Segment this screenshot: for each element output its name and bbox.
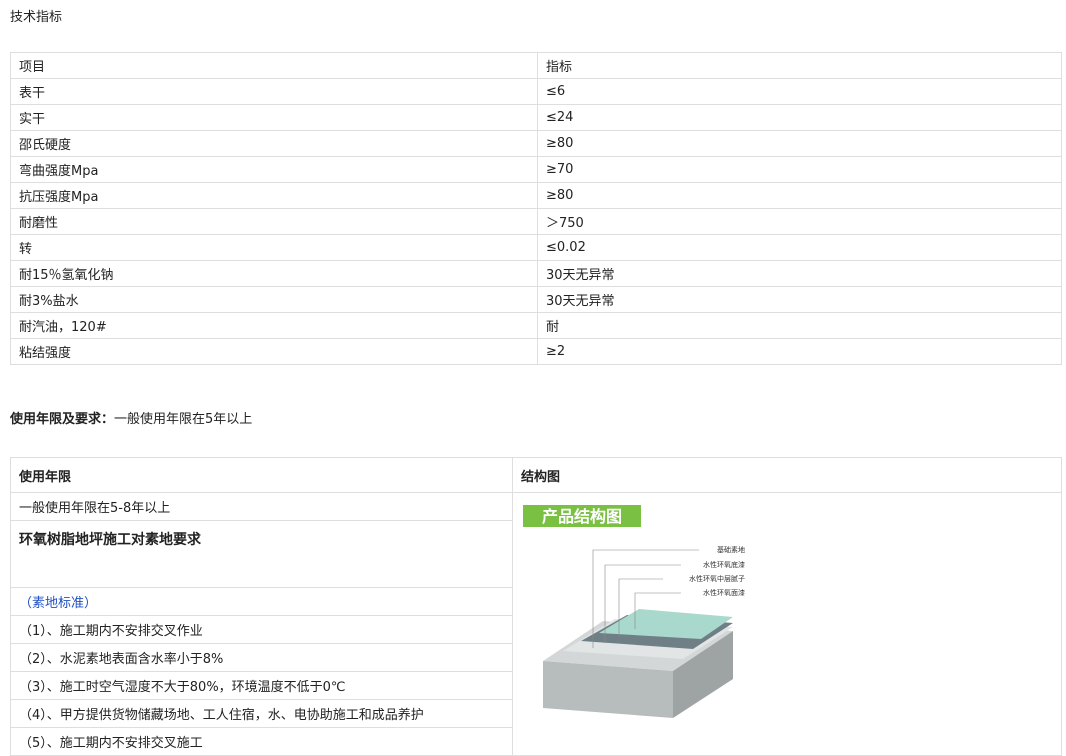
- usage-label: 使用年限及要求：: [10, 412, 115, 427]
- list-item: （2）、水泥素地表面含水率小于8%: [10, 643, 513, 672]
- value-cell: 30天无异常: [537, 286, 1062, 313]
- list-item: （5）、施工期内不安排交叉施工: [10, 727, 513, 756]
- item-cell: 耐3%盐水: [10, 286, 538, 313]
- item-cell: 弯曲强度Mpa: [10, 156, 538, 183]
- column-header-value: 指标: [537, 52, 1062, 79]
- item-cell: 邵氏硬度: [10, 130, 538, 157]
- diagram-banner: 产品结构图: [542, 507, 622, 526]
- value-cell: ≤0.02: [537, 234, 1062, 261]
- item-cell: 抗压强度Mpa: [10, 182, 538, 209]
- value-cell: ≤6: [537, 78, 1062, 105]
- item-cell: 粘结强度: [10, 338, 538, 365]
- item-cell: 转: [10, 234, 538, 261]
- value-cell: 耐: [537, 312, 1062, 339]
- value-cell: ＞750: [537, 208, 1062, 235]
- table-row: 耐磨性 ＞750: [10, 208, 1062, 235]
- table-row: 抗压强度Mpa ≥80: [10, 182, 1062, 209]
- table-row: 邵氏硬度 ≥80: [10, 130, 1062, 157]
- requirements-table: 使用年限 结构图 一般使用年限在5-8年以上 产品结构图 基础素地 水性环氧底漆…: [10, 457, 1062, 756]
- value-cell: 30天无异常: [537, 260, 1062, 287]
- item-cell: 表干: [10, 78, 538, 105]
- diagram-label: 基础素地: [717, 545, 745, 554]
- diagram-label: 水性环氧面漆: [703, 588, 745, 597]
- usage-line: 使用年限及要求：一般使用年限在5年以上: [10, 408, 252, 427]
- standard-label: （素地标准）: [10, 587, 513, 616]
- value-cell: ≥70: [537, 156, 1062, 183]
- item-cell: 耐汽油，120#: [10, 312, 538, 339]
- requirements-title: 环氧树脂地坪施工对素地要求: [10, 520, 513, 588]
- service-life-text: 一般使用年限在5-8年以上: [10, 492, 513, 521]
- list-item: （4）、甲方提供货物储藏场地、工人住宿，水、电协助施工和成品养护: [10, 699, 513, 728]
- value-cell: ≥80: [537, 182, 1062, 209]
- structure-diagram: 产品结构图 基础素地 水性环氧底漆 水性环氧中层腻子 水性环氧面漆: [523, 505, 745, 718]
- value-cell: ≥2: [537, 338, 1062, 365]
- table-row: 耐汽油，120# 耐: [10, 312, 1062, 339]
- value-cell: ≥80: [537, 130, 1062, 157]
- item-cell: 耐磨性: [10, 208, 538, 235]
- table-header-row: 项目 指标: [10, 52, 1062, 79]
- table-row: 表干 ≤6: [10, 78, 1062, 105]
- table-row: 转 ≤0.02: [10, 234, 1062, 261]
- table-row: 弯曲强度Mpa ≥70: [10, 156, 1062, 183]
- section-title: 技术指标: [10, 10, 63, 25]
- header-service-life: 使用年限: [10, 457, 513, 493]
- item-cell: 耐15％氢氧化钠: [10, 260, 538, 287]
- item-cell: 实干: [10, 104, 538, 131]
- list-item: （1）、施工期内不安排交叉作业: [10, 615, 513, 644]
- value-cell: ≤24: [537, 104, 1062, 131]
- table-row: 耐3%盐水 30天无异常: [10, 286, 1062, 313]
- table-row: 耐15％氢氧化钠 30天无异常: [10, 260, 1062, 287]
- list-item: （3）、施工时空气湿度不大于80%，环境温度不低于0℃: [10, 671, 513, 700]
- usage-text: 一般使用年限在5年以上: [114, 412, 253, 427]
- header-structure: 结构图: [512, 457, 1062, 493]
- base-front: [543, 661, 673, 718]
- table-row: 实干 ≤24: [10, 104, 1062, 131]
- structure-diagram-cell: 产品结构图 基础素地 水性环氧底漆 水性环氧中层腻子 水性环氧面漆: [512, 492, 1062, 756]
- diagram-label: 水性环氧中层腻子: [689, 574, 745, 583]
- spec-table: 项目 指标 表干 ≤6 实干 ≤24 邵氏硬度 ≥80 弯曲强度Mpa ≥70 抗压强度…: [10, 52, 1062, 365]
- table-row: 粘结强度 ≥2: [10, 338, 1062, 365]
- diagram-label: 水性环氧底漆: [703, 560, 745, 569]
- column-header-item: 项目: [10, 52, 538, 79]
